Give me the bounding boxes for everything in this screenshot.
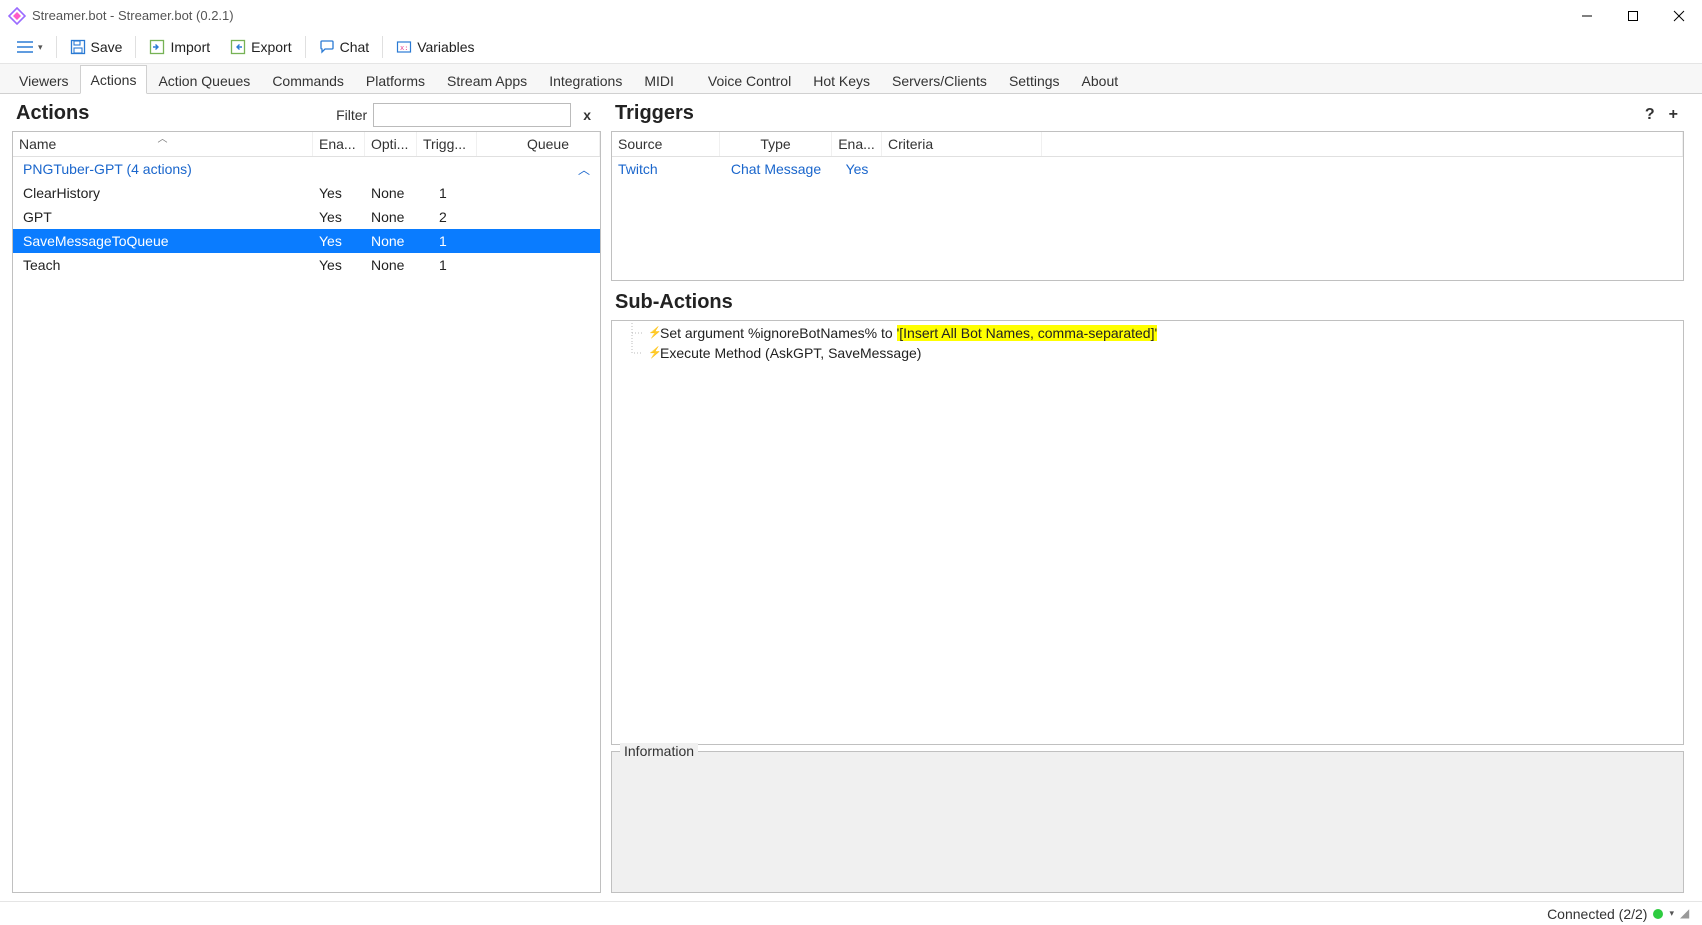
- export-icon: [230, 39, 246, 55]
- connection-status: Connected (2/2): [1547, 906, 1647, 922]
- action-row[interactable]: SaveMessageToQueueYesNone1: [13, 229, 600, 253]
- triggers-title: Triggers: [611, 98, 698, 131]
- import-button[interactable]: Import: [140, 35, 219, 59]
- hamburger-menu[interactable]: ▾: [8, 35, 52, 59]
- tab-actions[interactable]: Actions: [80, 65, 148, 94]
- app-icon: [8, 7, 26, 25]
- col-source[interactable]: Source: [612, 132, 720, 156]
- status-indicator-icon: [1653, 909, 1663, 919]
- subactions-listview[interactable]: ⚡Set argument %ignoreBotNames% to '[Inse…: [611, 320, 1684, 745]
- toolbar-separator: [56, 36, 57, 58]
- actions-header: Actions Filter x: [12, 98, 601, 131]
- minimize-button[interactable]: [1564, 0, 1610, 31]
- import-label: Import: [170, 39, 210, 55]
- triggers-list-body: TwitchChat MessageYes: [612, 157, 1683, 280]
- toolbar-separator: [305, 36, 306, 58]
- actions-filter: Filter x: [336, 103, 601, 127]
- window-title: Streamer.bot - Streamer.bot (0.2.1): [32, 8, 1564, 23]
- tab-commands[interactable]: Commands: [261, 66, 355, 94]
- tab-about[interactable]: About: [1071, 66, 1130, 94]
- save-button[interactable]: Save: [61, 35, 132, 59]
- trigger-row[interactable]: TwitchChat MessageYes: [612, 157, 1683, 181]
- variables-button[interactable]: x: Variables: [387, 35, 483, 59]
- subaction-text: Execute Method (AskGPT, SaveMessage): [660, 343, 921, 363]
- window-controls: [1564, 0, 1702, 31]
- chat-label: Chat: [340, 39, 370, 55]
- sort-asc-icon: ︿: [158, 132, 168, 145]
- subaction-row[interactable]: ⚡Execute Method (AskGPT, SaveMessage): [616, 343, 1679, 363]
- export-button[interactable]: Export: [221, 35, 300, 59]
- help-button[interactable]: ?: [1645, 106, 1655, 124]
- actions-group[interactable]: PNGTuber-GPT (4 actions) ︿: [13, 157, 600, 181]
- tree-connector-icon: [618, 323, 646, 343]
- status-bar: Connected (2/2) ▾ ◢: [0, 901, 1702, 925]
- filter-input[interactable]: [373, 103, 571, 127]
- col-type[interactable]: Type: [720, 132, 832, 156]
- app-window: Streamer.bot - Streamer.bot (0.2.1) ▾: [0, 0, 1702, 925]
- col-options[interactable]: Opti...: [365, 132, 417, 156]
- toolbar: ▾ Save Import Export Chat: [0, 31, 1702, 64]
- action-row[interactable]: ClearHistoryYesNone1: [13, 181, 600, 205]
- col-enabled[interactable]: Ena...: [313, 132, 365, 156]
- variables-icon: x:: [396, 39, 412, 55]
- actions-columns-header[interactable]: ︿Name Ena... Opti... Trigg... Queue: [13, 132, 600, 157]
- collapse-icon[interactable]: ︿: [578, 161, 590, 178]
- action-row[interactable]: TeachYesNone1: [13, 253, 600, 277]
- main-body: Actions Filter x ︿Name Ena... Opti... Tr…: [0, 94, 1702, 901]
- actions-list-body: PNGTuber-GPT (4 actions) ︿ ClearHistoryY…: [13, 157, 600, 892]
- tab-hot-keys[interactable]: Hot Keys: [802, 66, 881, 94]
- svg-text:x:: x:: [400, 44, 408, 52]
- save-label: Save: [91, 39, 123, 55]
- triggers-header-controls: ? +: [1645, 106, 1684, 124]
- main-tabs: ViewersActionsAction QueuesCommandsPlatf…: [0, 64, 1702, 94]
- triggers-columns-header[interactable]: Source Type Ena... Criteria: [612, 132, 1683, 157]
- titlebar: Streamer.bot - Streamer.bot (0.2.1): [0, 0, 1702, 31]
- tab-action-queues[interactable]: Action Queues: [147, 66, 261, 94]
- export-label: Export: [251, 39, 291, 55]
- subaction-text: Set argument %ignoreBotNames% to '[Inser…: [660, 323, 1157, 343]
- tab-servers-clients[interactable]: Servers/Clients: [881, 66, 998, 94]
- tab-settings[interactable]: Settings: [998, 66, 1071, 94]
- bolt-icon: ⚡: [648, 343, 658, 363]
- filter-label: Filter: [336, 107, 367, 123]
- col-queue[interactable]: Queue: [477, 132, 600, 156]
- import-icon: [149, 39, 165, 55]
- chat-icon: [319, 39, 335, 55]
- tab-platforms[interactable]: Platforms: [355, 66, 436, 94]
- triggers-header: Triggers ? +: [611, 98, 1684, 131]
- toolbar-separator: [382, 36, 383, 58]
- actions-title: Actions: [12, 98, 93, 131]
- close-button[interactable]: [1656, 0, 1702, 31]
- information-box: Information: [611, 751, 1684, 893]
- add-trigger-button[interactable]: +: [1669, 106, 1678, 124]
- variables-label: Variables: [417, 39, 474, 55]
- tab-stream-apps[interactable]: Stream Apps: [436, 66, 538, 94]
- subaction-row[interactable]: ⚡Set argument %ignoreBotNames% to '[Inse…: [616, 323, 1679, 343]
- save-icon: [70, 39, 86, 55]
- tab-voice-control[interactable]: Voice Control: [697, 66, 802, 94]
- subactions-title: Sub-Actions: [611, 281, 1684, 320]
- col-enabled[interactable]: Ena...: [832, 132, 882, 156]
- actions-listview[interactable]: ︿Name Ena... Opti... Trigg... Queue PNGT…: [12, 131, 601, 893]
- tab-midi[interactable]: MIDI: [633, 66, 685, 94]
- maximize-button[interactable]: [1610, 0, 1656, 31]
- right-pane: Triggers ? + Source Type Ena... Criteria…: [603, 94, 1702, 901]
- tab-viewers[interactable]: Viewers: [8, 66, 80, 94]
- action-row[interactable]: GPTYesNone2: [13, 205, 600, 229]
- bolt-icon: ⚡: [648, 323, 658, 343]
- chat-button[interactable]: Chat: [310, 35, 379, 59]
- tab-integrations[interactable]: Integrations: [538, 66, 633, 94]
- information-label: Information: [620, 743, 698, 759]
- tree-connector-icon: [618, 343, 646, 363]
- toolbar-separator: [135, 36, 136, 58]
- col-triggers[interactable]: Trigg...: [417, 132, 477, 156]
- triggers-listview[interactable]: Source Type Ena... Criteria TwitchChat M…: [611, 131, 1684, 281]
- col-criteria[interactable]: Criteria: [882, 132, 1042, 156]
- resize-grip-icon[interactable]: ◢: [1680, 907, 1694, 921]
- col-name[interactable]: ︿Name: [13, 132, 313, 156]
- actions-pane: Actions Filter x ︿Name Ena... Opti... Tr…: [0, 94, 603, 901]
- filter-clear-button[interactable]: x: [577, 107, 597, 123]
- menu-icon: [17, 39, 33, 55]
